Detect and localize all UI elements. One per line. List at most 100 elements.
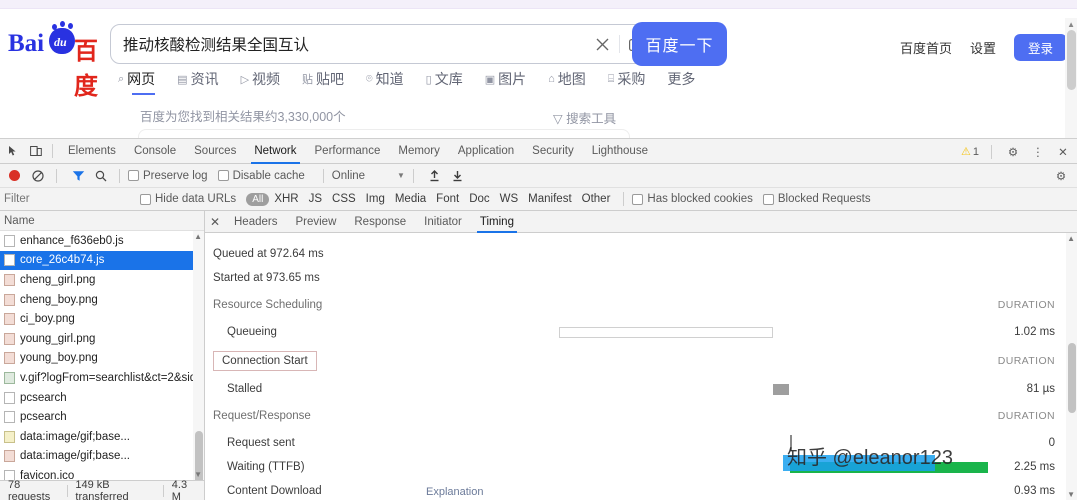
has-blocked-cookies-label: Has blocked cookies	[647, 193, 753, 205]
search-submit-button[interactable]: 百度一下	[632, 22, 727, 66]
toggle-device-toolbar-icon[interactable]	[26, 141, 46, 161]
scroll-thumb[interactable]	[1068, 343, 1076, 413]
tab-zhidao[interactable]: ⌾ 知道	[366, 69, 404, 95]
filter-type-xhr[interactable]: XHR	[269, 193, 303, 205]
request-column-header[interactable]: Name	[0, 211, 204, 231]
filter-type-img[interactable]: Img	[361, 193, 390, 205]
timing-view: Queued at 972.64 ms Started at 973.65 ms…	[205, 233, 1077, 500]
preserve-log-checkbox[interactable]: Preserve log	[128, 170, 208, 182]
filter-type-ws[interactable]: WS	[495, 193, 524, 205]
tab-network[interactable]: Network	[245, 139, 305, 164]
page-scroll-thumb[interactable]	[1067, 30, 1076, 90]
table-row[interactable]: data:image/gif;base...	[0, 447, 204, 467]
table-row[interactable]: young_boy.png	[0, 349, 204, 369]
table-row[interactable]: pcsearch	[0, 407, 204, 427]
explanation-label[interactable]: Explanation	[426, 486, 484, 498]
table-row[interactable]: data:image/gif;base...	[0, 427, 204, 447]
filter-type-other[interactable]: Other	[577, 193, 616, 205]
tab-lighthouse[interactable]: Lighthouse	[583, 139, 657, 164]
table-row[interactable]: favicon.ico	[0, 466, 204, 480]
search-tools-button[interactable]: ▽ 搜索工具	[553, 108, 616, 127]
warning-badge[interactable]: ⚠ 1	[961, 145, 979, 159]
table-row[interactable]: cheng_girl.png	[0, 270, 204, 290]
close-icon[interactable]: ✕	[1053, 142, 1073, 162]
tab-webpage[interactable]: ⌕ 网页	[118, 69, 156, 95]
disable-cache-label: Disable cache	[232, 169, 305, 182]
filter-funnel-icon[interactable]	[68, 166, 88, 186]
network-settings-gear-icon[interactable]: ⚙	[1051, 166, 1071, 186]
search-requests-icon[interactable]	[91, 166, 111, 186]
tab-memory[interactable]: Memory	[389, 139, 449, 164]
search-input[interactable]	[111, 35, 585, 53]
scroll-up-icon[interactable]: ▲	[194, 232, 202, 241]
scroll-down-icon[interactable]: ▼	[1067, 490, 1075, 499]
filter-type-media[interactable]: Media	[390, 193, 431, 205]
tab-sources[interactable]: Sources	[185, 139, 245, 164]
timing-queued-at: Queued at 972.64 ms	[205, 242, 1077, 266]
tab-wenku[interactable]: ▯ 文库	[426, 69, 463, 95]
close-detail-icon[interactable]: ✕	[205, 215, 225, 229]
preserve-log-label: Preserve log	[143, 169, 208, 182]
tab-label: 网页	[127, 71, 156, 87]
tab-more[interactable]: 更多	[667, 69, 695, 95]
search-box[interactable]	[110, 24, 655, 64]
table-row[interactable]: ci_boy.png	[0, 309, 204, 329]
table-row[interactable]: young_girl.png	[0, 329, 204, 349]
disable-cache-checkbox[interactable]: Disable cache	[217, 169, 305, 182]
baidu-logo[interactable]: Bai 百度	[8, 21, 104, 100]
table-row[interactable]: core_26c4b74.js	[0, 250, 204, 271]
clear-search-icon[interactable]	[585, 25, 619, 63]
tab-tieba[interactable]: 贴 贴吧	[302, 69, 344, 95]
filter-type-js[interactable]: JS	[304, 193, 327, 205]
filter-type-manifest[interactable]: Manifest	[523, 193, 576, 205]
detail-tab-timing[interactable]: Timing	[471, 211, 523, 233]
clear-network-icon[interactable]	[28, 166, 48, 186]
tab-map[interactable]: ⌂ 地图	[548, 69, 586, 95]
inspect-element-icon[interactable]	[3, 141, 23, 161]
tab-application[interactable]: Application	[449, 139, 523, 164]
gear-icon[interactable]: ⚙	[1003, 142, 1023, 162]
export-har-icon[interactable]	[448, 166, 468, 186]
login-button[interactable]: 登录	[1013, 34, 1067, 61]
detail-tab-initiator[interactable]: Initiator	[415, 211, 471, 233]
hide-data-urls-checkbox[interactable]: Hide data URLs	[140, 193, 236, 205]
table-row[interactable]: pcsearch	[0, 388, 204, 408]
file-data-icon	[4, 430, 15, 443]
import-har-icon[interactable]	[425, 166, 445, 186]
filter-input[interactable]	[0, 193, 140, 205]
filter-type-doc[interactable]: Doc	[464, 193, 494, 205]
detail-tab-headers[interactable]: Headers	[225, 211, 286, 233]
tab-news[interactable]: ▤ 资讯	[177, 69, 218, 95]
has-blocked-cookies-checkbox[interactable]: Has blocked cookies	[632, 193, 753, 205]
more-options-icon[interactable]: ⋮	[1028, 142, 1048, 162]
scroll-down-icon[interactable]: ▼	[194, 470, 202, 479]
throttling-select[interactable]: Online ▼	[332, 170, 405, 182]
tab-video[interactable]: ▷ 视频	[241, 69, 280, 95]
record-button[interactable]	[9, 170, 20, 181]
table-row[interactable]: cheng_boy.png	[0, 290, 204, 310]
tab-console[interactable]: Console	[125, 139, 185, 164]
search-tools-label: 搜索工具	[566, 112, 617, 126]
tab-elements[interactable]: Elements	[59, 139, 125, 164]
scroll-up-icon[interactable]: ▲	[1067, 20, 1075, 29]
table-row[interactable]: enhance_f636eb0.js	[0, 231, 204, 251]
detail-scrollbar[interactable]: ▲ ▼	[1066, 233, 1077, 500]
detail-tab-response[interactable]: Response	[345, 211, 415, 233]
nav-settings[interactable]: 设置	[970, 38, 996, 57]
blocked-requests-checkbox[interactable]: Blocked Requests	[762, 193, 871, 205]
scroll-up-icon[interactable]: ▲	[1067, 234, 1075, 243]
tab-performance[interactable]: Performance	[306, 139, 390, 164]
tab-security[interactable]: Security	[523, 139, 583, 164]
filter-type-all[interactable]: All	[246, 192, 270, 206]
warning-count: 1	[972, 145, 979, 158]
filter-type-font[interactable]: Font	[431, 193, 464, 205]
filter-type-css[interactable]: CSS	[327, 193, 361, 205]
table-row[interactable]: v.gif?logFrom=searchlist&ct=2&sid=3	[0, 368, 204, 388]
nav-baidu-home[interactable]: 百度首页	[900, 38, 952, 57]
tab-purchase[interactable]: ⌸ 采购	[608, 69, 646, 95]
tab-images[interactable]: ▣ 图片	[485, 69, 526, 95]
page-scrollbar[interactable]: ▲ ▼	[1065, 18, 1077, 140]
request-list-scrollbar[interactable]: ▲ ▼	[193, 231, 204, 480]
detail-tab-preview[interactable]: Preview	[286, 211, 345, 233]
duration-header: DURATION	[997, 354, 1055, 367]
